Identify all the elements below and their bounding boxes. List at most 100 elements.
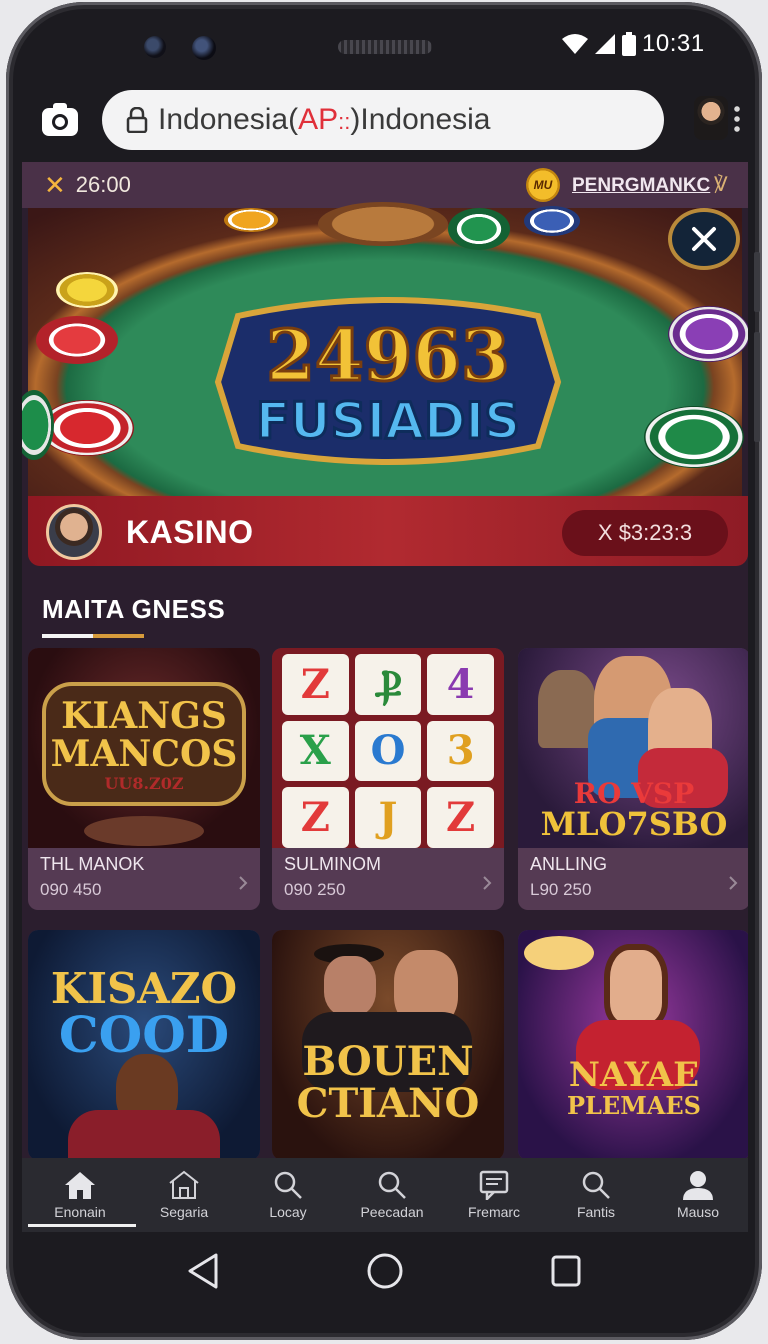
power-button	[754, 332, 760, 442]
signal-icon	[595, 34, 615, 54]
kasino-timer-badge[interactable]: X $3:23:3	[562, 510, 728, 556]
address-bar[interactable]: Indonesia(AP::)Indonesia	[102, 90, 664, 150]
camera-icon[interactable]	[40, 102, 80, 138]
slot-reels: ZⳀ4XO3ZJZ	[282, 654, 494, 848]
system-navigation-bar	[6, 1232, 762, 1332]
game-art: BOUEN CTIANO	[272, 930, 504, 1160]
game-art-line2: CTIANO	[296, 1080, 480, 1127]
more-menu-icon[interactable]	[734, 104, 740, 134]
game-art-line1: KISAZO	[50, 964, 238, 1013]
front-camera	[144, 36, 166, 58]
home-icon	[65, 1172, 95, 1199]
section-underline	[42, 634, 144, 638]
game-art-line2: PLEMAES	[566, 1091, 702, 1120]
slot-symbol: Ⳁ	[354, 654, 422, 715]
chip-icon	[56, 272, 118, 308]
tab-peecadan[interactable]: Peecadan	[340, 1158, 444, 1232]
chip-icon	[40, 400, 134, 456]
chip-icon	[22, 390, 54, 460]
tab-label: Fantis	[576, 1204, 616, 1220]
home-circle-icon[interactable]	[366, 1252, 404, 1290]
game-art-line2: MLO7SBO	[540, 805, 728, 843]
profile-icon	[683, 1171, 713, 1200]
game-card[interactable]: NAYAE PLEMAES	[518, 930, 748, 1160]
slot-symbol: X	[282, 720, 349, 782]
chip-icon	[36, 316, 118, 364]
status-time: 10:31	[642, 30, 705, 57]
hero-title-line2: FUSIADIS	[256, 392, 520, 450]
web-content: ✕ 26:00 MU PENRGMANKC ℣ 24963 FUSIADIS K…	[22, 162, 748, 1232]
game-art: KISAZO COOD	[28, 930, 260, 1160]
game-meta: L90 250	[530, 880, 592, 899]
tab-fantis[interactable]: Fantis	[544, 1158, 648, 1232]
game-art: RO VSP MLO7SBO	[518, 648, 748, 848]
game-art: ZⳀ4XO3ZJZ	[272, 648, 504, 848]
slot-symbol: 3	[427, 720, 494, 782]
back-icon[interactable]	[186, 1252, 220, 1290]
game-card[interactable]: BOUEN CTIANO	[272, 930, 504, 1160]
recents-icon[interactable]	[550, 1254, 582, 1288]
slot-symbol: 4	[427, 654, 494, 715]
tab-profile[interactable]: Mauso	[646, 1158, 748, 1232]
tab-label: Enonain	[54, 1204, 106, 1220]
game-card[interactable]: KISAZO COOD	[28, 930, 260, 1160]
tab-locay[interactable]: Locay	[236, 1158, 340, 1232]
banner-close-button[interactable]	[668, 208, 740, 270]
chat-icon	[479, 1170, 509, 1200]
chevron-right-icon	[729, 876, 738, 890]
chip-icon	[448, 208, 510, 250]
tab-fremarc[interactable]: Fremarc	[442, 1158, 546, 1232]
slot-symbol: J	[354, 787, 422, 848]
bottom-tab-bar: Enonain Segaria Locay Peecadan Fremarc F…	[22, 1158, 748, 1232]
kasino-bar[interactable]: KASINO X $3:23:3	[28, 496, 748, 566]
active-tab-indicator	[28, 1224, 136, 1227]
slot-symbol: Z	[427, 787, 494, 848]
game-art-line1: RO VSP	[573, 777, 695, 810]
tab-label: Segaria	[159, 1204, 209, 1220]
tab-store[interactable]: Segaria	[132, 1158, 236, 1232]
close-icon	[692, 227, 716, 251]
game-meta: 090 250	[284, 880, 346, 899]
hero-title-line1: 24963	[266, 314, 510, 397]
earpiece-speaker	[338, 40, 432, 54]
account-avatar[interactable]	[694, 96, 728, 140]
game-art: KIANGS MANCOS UU8.Z0Z	[28, 648, 260, 848]
game-card[interactable]: ZⳀ4XO3ZJZ SULMINOM 090 250	[272, 648, 504, 910]
search-icon	[582, 1171, 610, 1199]
tab-label: Fremarc	[467, 1204, 521, 1220]
game-art-line3: UU8.Z0Z	[104, 774, 184, 793]
kasino-avatar	[46, 504, 102, 560]
game-meta: 090 450	[40, 880, 102, 899]
browser-toolbar: Indonesia(AP::)Indonesia	[24, 88, 748, 154]
chevron-right-icon	[483, 876, 492, 890]
url-text: Indonesia(AP::)Indonesia	[158, 103, 491, 136]
volume-button	[754, 252, 760, 312]
chip-icon	[524, 206, 580, 236]
front-sensor	[192, 36, 216, 60]
game-card[interactable]: RO VSP MLO7SBO ANLLING L90 250	[518, 648, 748, 910]
partner-logo: MU	[526, 168, 560, 202]
wifi-icon	[562, 34, 588, 54]
tab-label: Peecadan	[360, 1204, 424, 1220]
battery-icon	[622, 32, 636, 56]
slot-symbol: Z	[282, 654, 349, 715]
game-card[interactable]: KIANGS MANCOS UU8.Z0Z THL MANOK 090 450	[28, 648, 260, 910]
search-icon	[274, 1171, 302, 1199]
game-art-line1: KIANGS	[61, 695, 227, 737]
tab-home[interactable]: Enonain	[28, 1158, 132, 1232]
game-name: SULMINOM	[284, 854, 382, 874]
tab-label: Locay	[269, 1204, 307, 1220]
partner-link[interactable]: PENRGMANKC	[572, 175, 710, 197]
game-art: NAYAE PLEMAES	[518, 930, 748, 1160]
game-name: THL MANOK	[40, 854, 145, 874]
chevron-right-icon	[239, 876, 248, 890]
kasino-label: KASINO	[126, 514, 254, 550]
chip-icon	[668, 306, 748, 362]
close-icon[interactable]: ✕	[44, 170, 66, 201]
chip-icon	[644, 406, 744, 468]
chip-icon	[318, 202, 448, 246]
countdown-timer: 26:00	[75, 172, 131, 197]
slot-symbol: Z	[282, 787, 349, 848]
game-art-line2: COOD	[58, 1005, 230, 1064]
hero-banner[interactable]: 24963 FUSIADIS	[22, 202, 748, 498]
